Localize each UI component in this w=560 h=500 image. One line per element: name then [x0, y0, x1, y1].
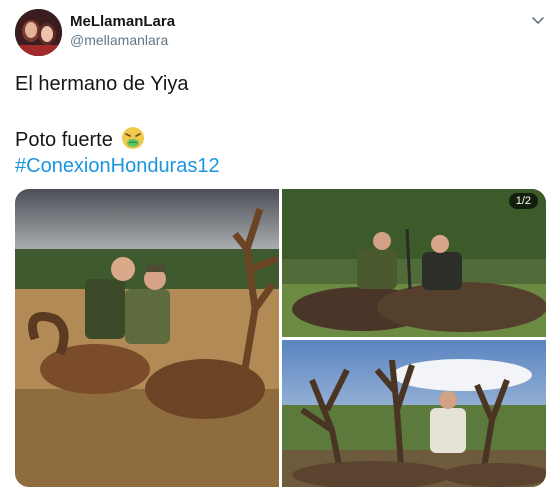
- hashtag-link[interactable]: #ConexionHonduras12: [15, 155, 220, 178]
- media-grid: 1/2: [15, 189, 546, 487]
- tweet-text-line-1: El hermano de Yiya: [15, 73, 189, 95]
- photo-3[interactable]: [282, 340, 546, 487]
- author-display-name[interactable]: MeLlamanLara: [70, 13, 175, 30]
- tweet-card: MeLlamanLara @mellamanlara El hermano de…: [0, 0, 560, 500]
- photo-2[interactable]: 1/2: [282, 189, 546, 337]
- photo-1[interactable]: [15, 189, 279, 487]
- tweet-text: Poto fuerte: [15, 129, 113, 151]
- author-handle[interactable]: @mellamanlara: [70, 32, 168, 48]
- chevron-down-icon[interactable]: [530, 12, 546, 28]
- media-count-badge: 1/2: [508, 193, 538, 209]
- nauseated-face-emoji-icon: [121, 126, 145, 150]
- avatar[interactable]: [15, 9, 62, 56]
- tweet-text-line-2: Poto fuerte: [15, 126, 145, 152]
